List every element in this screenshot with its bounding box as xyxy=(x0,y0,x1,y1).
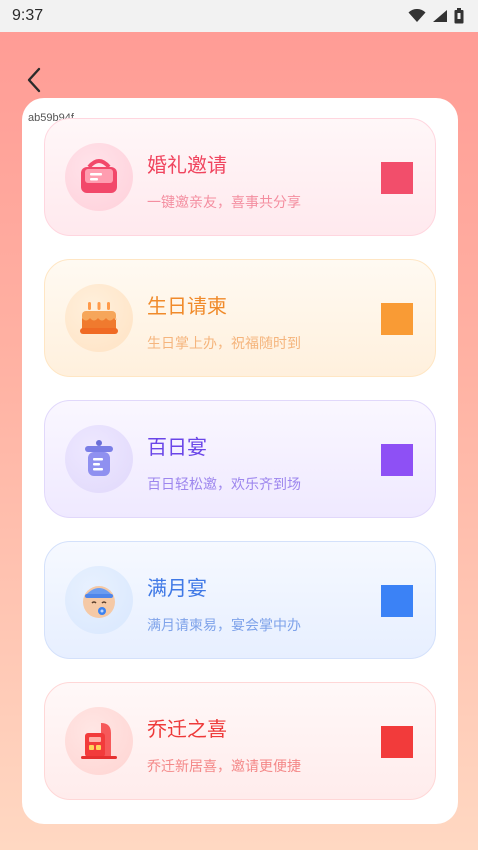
invitation-item-hundred-days[interactable]: 百日宴 百日轻松邀，欢乐齐到场 xyxy=(44,400,436,518)
baby-bottle-icon xyxy=(65,425,133,493)
item-title: 百日宴 xyxy=(147,435,207,459)
item-title: 乔迁之喜 xyxy=(147,717,227,741)
invitation-item-birthday[interactable]: 生日请柬 生日掌上办，祝福随时到 xyxy=(44,259,436,377)
color-square xyxy=(381,726,413,758)
invitation-item-housewarming[interactable]: 乔迁之喜 乔迁新居喜，邀请更便捷 xyxy=(44,682,436,800)
invitation-item-wedding[interactable]: 婚礼邀请 一键邀亲友，喜事共分享 xyxy=(44,118,436,236)
status-bar: 9:37 xyxy=(0,0,478,32)
chevron-left-icon xyxy=(27,67,41,93)
item-subtitle: 一键邀亲友，喜事共分享 xyxy=(147,195,301,211)
status-icons xyxy=(408,8,464,24)
item-title: 婚礼邀请 xyxy=(147,153,227,177)
item-subtitle: 满月请柬易，宴会掌中办 xyxy=(147,618,301,634)
house-icon xyxy=(65,707,133,775)
item-title: 生日请柬 xyxy=(147,294,227,318)
item-subtitle: 乔迁新居喜，邀请更便捷 xyxy=(147,759,301,775)
battery-icon xyxy=(454,8,464,24)
color-square xyxy=(381,162,413,194)
envelope-gift-icon xyxy=(65,143,133,211)
color-square xyxy=(381,444,413,476)
invitation-card-panel: ab59b94f 婚礼邀请 一键邀亲友，喜事共分享 生日请柬 生日掌上办，祝福随… xyxy=(22,98,458,824)
wifi-icon xyxy=(408,9,426,22)
item-subtitle: 百日轻松邀，欢乐齐到场 xyxy=(147,477,301,493)
color-square xyxy=(381,303,413,335)
baby-face-icon xyxy=(65,566,133,634)
status-time: 9:37 xyxy=(12,7,44,24)
item-subtitle: 生日掌上办，祝福随时到 xyxy=(147,336,301,352)
signal-icon xyxy=(433,10,447,22)
color-square xyxy=(381,585,413,617)
birthday-cake-icon xyxy=(65,284,133,352)
invitation-item-full-month[interactable]: 满月宴 满月请柬易，宴会掌中办 xyxy=(44,541,436,659)
item-title: 满月宴 xyxy=(147,576,207,600)
back-button[interactable] xyxy=(22,66,46,94)
